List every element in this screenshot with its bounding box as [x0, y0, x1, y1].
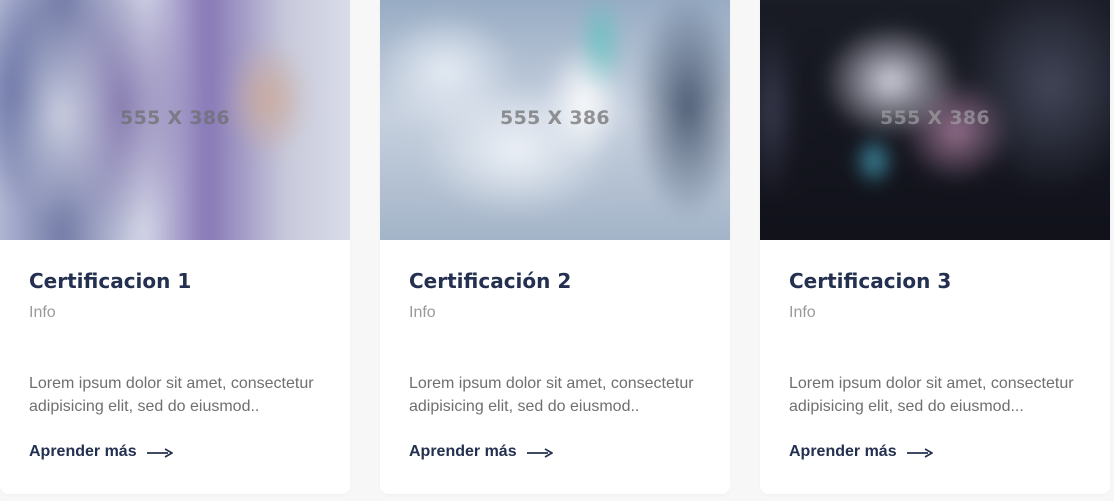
card-image-2: 555 X 386 — [380, 0, 730, 240]
image-size-label: 555 X 386 — [500, 107, 610, 129]
learn-more-label: Aprender más — [409, 443, 517, 460]
card-title: Certificacion 3 — [789, 269, 952, 293]
learn-more-label: Aprender más — [789, 443, 897, 460]
image-size-label: 555 X 386 — [120, 107, 230, 129]
card-subtitle: Info — [789, 304, 816, 321]
card-image-3: 555 X 386 — [760, 0, 1110, 240]
card-body-3: Certificacion 3 Info Lorem ipsum dolor s… — [760, 240, 1110, 494]
card-description: Lorem ipsum dolor sit amet, consectetur … — [29, 375, 314, 415]
learn-more-link-2[interactable]: Aprender más — [409, 442, 553, 462]
learn-more-link-3[interactable]: Aprender más — [789, 442, 933, 462]
card-subtitle: Info — [29, 304, 56, 321]
certification-card-grid: 555 X 386 Certificacion 1 Info Lorem ips… — [0, 0, 1114, 501]
card-description: Lorem ipsum dolor sit amet, consectetur … — [409, 375, 694, 415]
card-image-1: 555 X 386 — [0, 0, 350, 240]
card-subtitle: Info — [409, 304, 436, 321]
card-description: Lorem ipsum dolor sit amet, consectetur … — [789, 375, 1074, 415]
learn-more-link-1[interactable]: Aprender más — [29, 442, 173, 462]
card-title: Certificacion 1 — [29, 269, 192, 293]
arrow-right-icon — [146, 448, 173, 458]
certification-card-2: 555 X 386 Certificación 2 Info Lorem ips… — [380, 0, 730, 494]
card-title: Certificación 2 — [409, 269, 572, 293]
certification-card-3: 555 X 386 Certificacion 3 Info Lorem ips… — [760, 0, 1110, 494]
image-size-label: 555 X 386 — [880, 107, 990, 129]
certification-card-1: 555 X 386 Certificacion 1 Info Lorem ips… — [0, 0, 350, 494]
card-body-2: Certificación 2 Info Lorem ipsum dolor s… — [380, 240, 730, 494]
arrow-right-icon — [906, 448, 933, 458]
learn-more-label: Aprender más — [29, 443, 137, 460]
arrow-right-icon — [526, 448, 553, 458]
card-body-1: Certificacion 1 Info Lorem ipsum dolor s… — [0, 240, 350, 494]
